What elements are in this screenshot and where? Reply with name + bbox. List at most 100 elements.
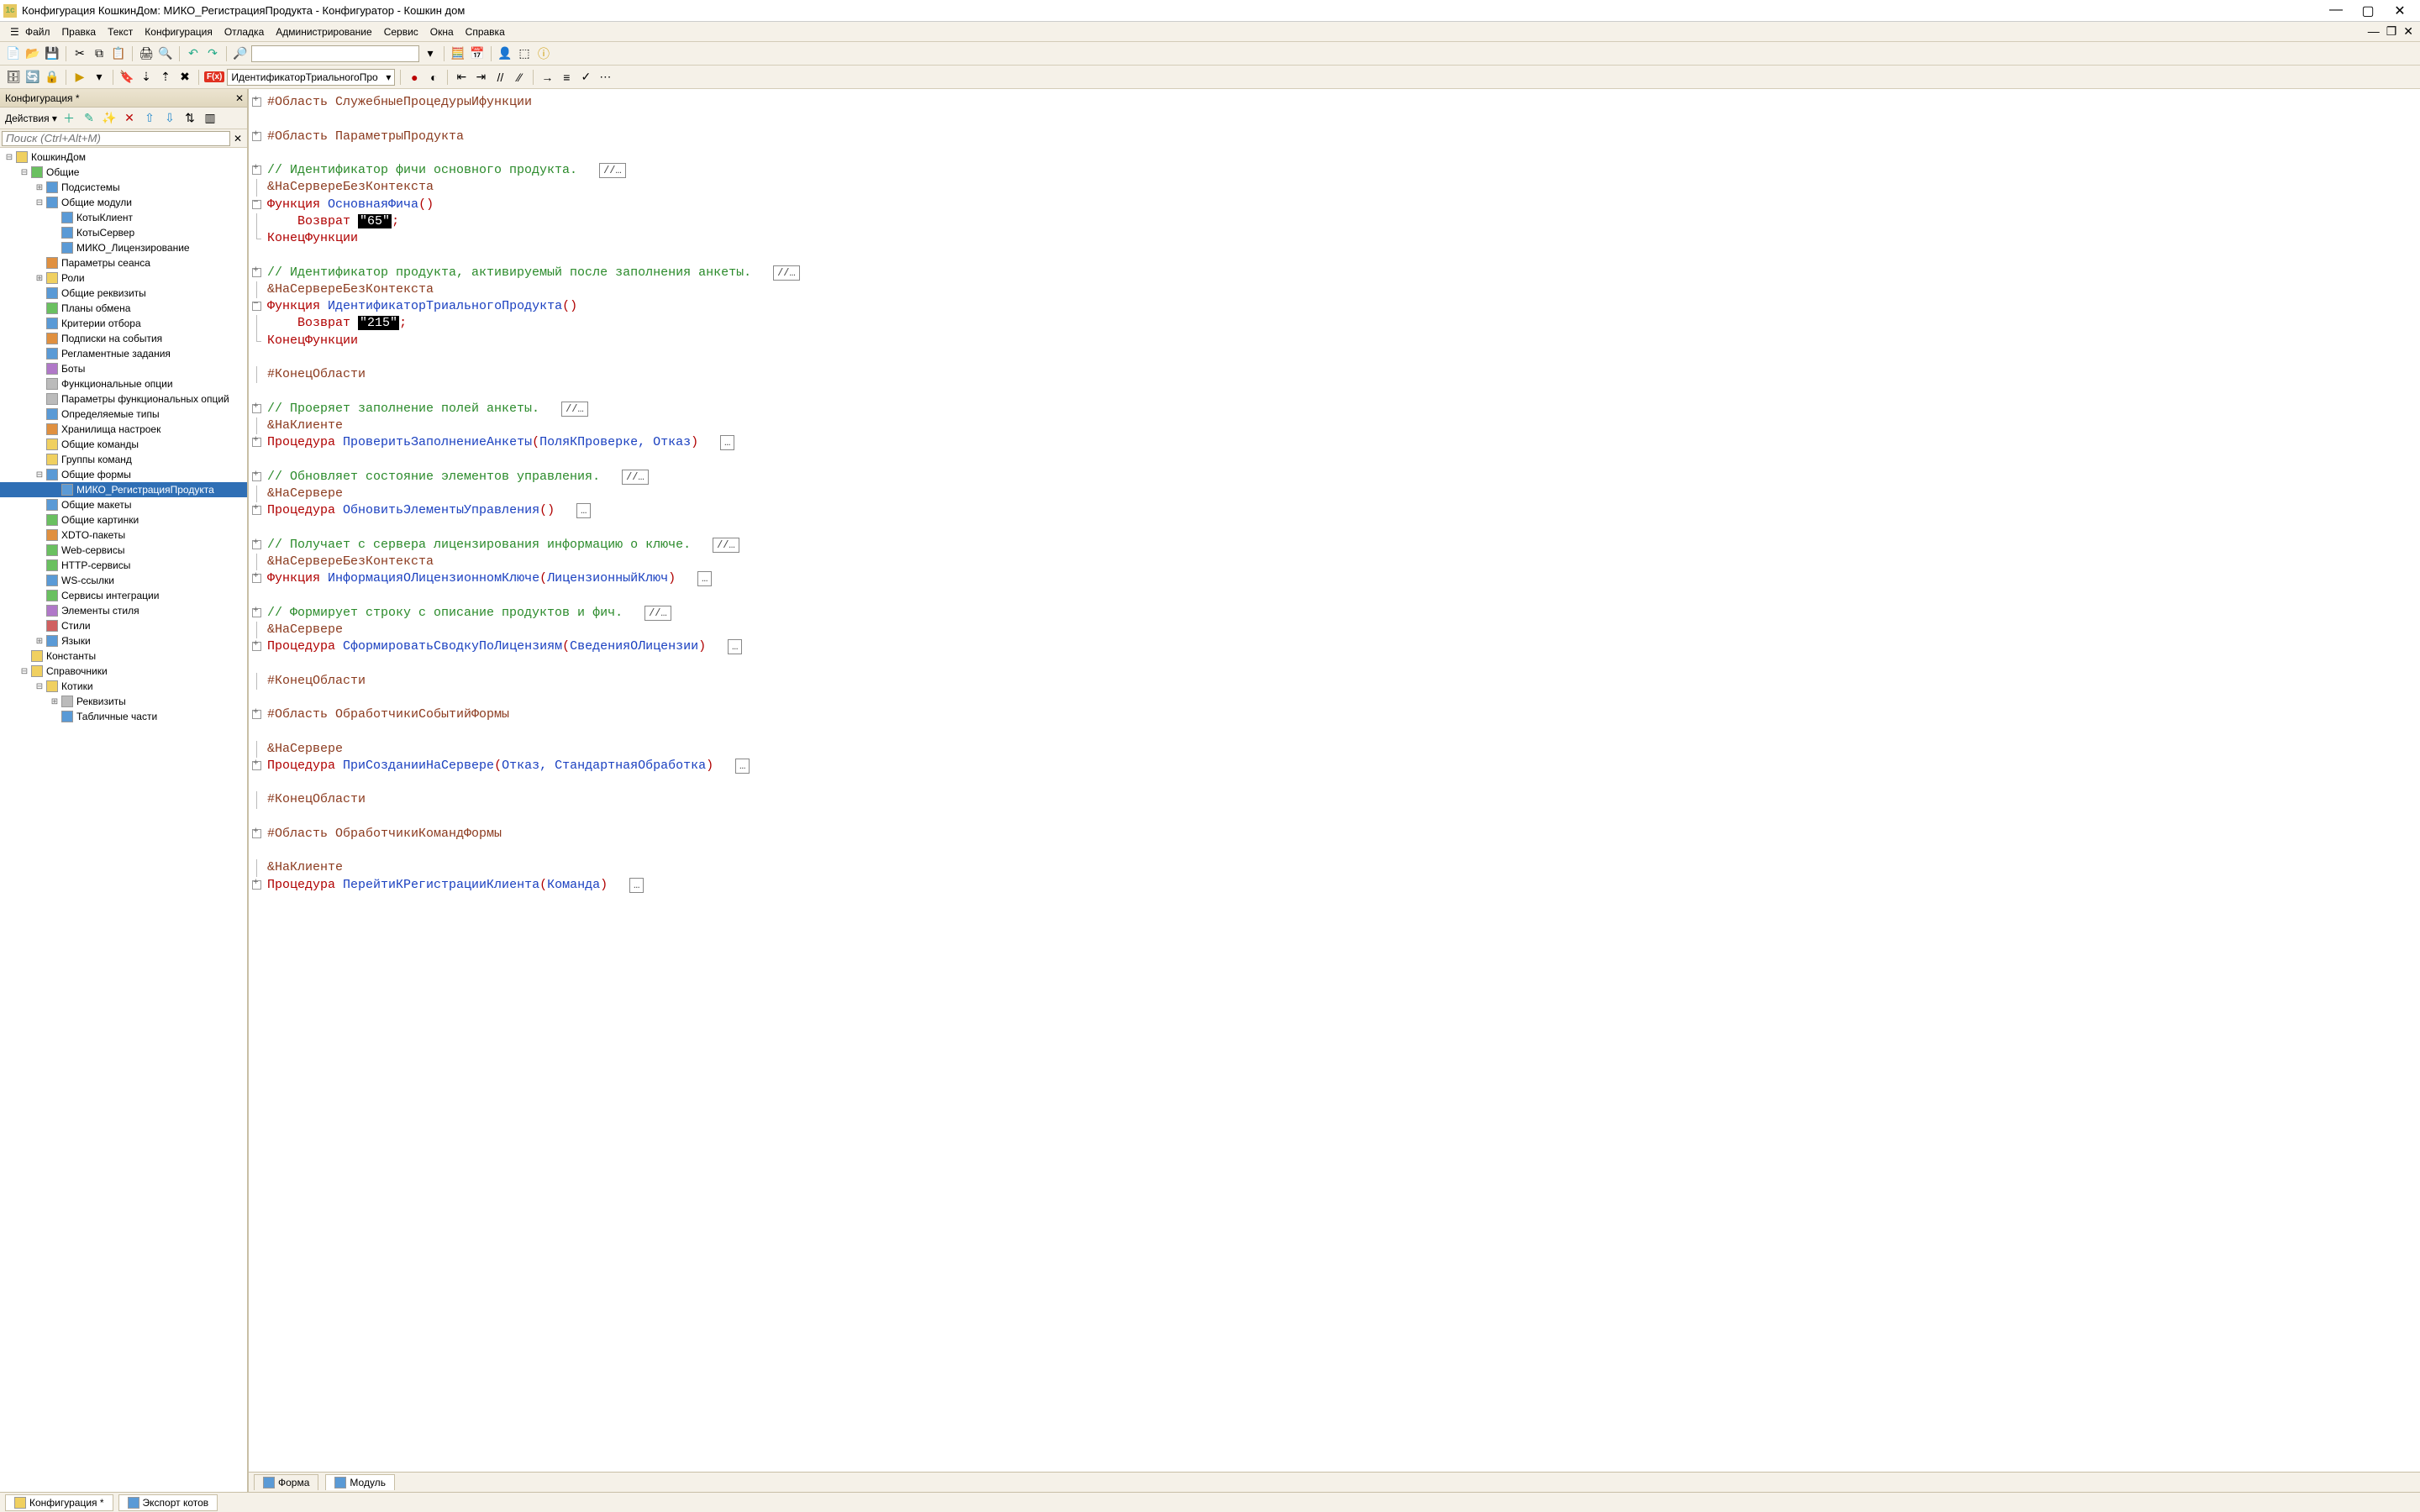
tree-item[interactable]: Параметры функциональных опций bbox=[0, 391, 247, 407]
tree-item[interactable]: Планы обмена bbox=[0, 301, 247, 316]
tree-item[interactable]: Критерии отбора bbox=[0, 316, 247, 331]
fold-gutter[interactable] bbox=[249, 451, 264, 468]
tree-item[interactable]: ⊞Языки bbox=[0, 633, 247, 648]
breakpoint-cond-icon[interactable]: ◐ bbox=[425, 69, 442, 86]
code-editor[interactable]: #Область СлужебныеПроцедурыИфункции #Обл… bbox=[249, 89, 2420, 1472]
code-line[interactable]: #Область ОбработчикиКомандФормы bbox=[264, 826, 2420, 843]
fold-gutter[interactable] bbox=[249, 638, 264, 655]
save-icon[interactable]: 💾 bbox=[44, 45, 60, 62]
fold-gutter[interactable] bbox=[249, 417, 264, 434]
expand-icon[interactable]: ⊞ bbox=[34, 274, 45, 283]
code-line[interactable]: #Область ПараметрыПродукта bbox=[264, 129, 2420, 145]
code-line[interactable] bbox=[264, 111, 2420, 128]
redo-icon[interactable]: ↷ bbox=[204, 45, 221, 62]
mdi-minimize-button[interactable]: — bbox=[2368, 24, 2380, 39]
bottom-tab[interactable]: Экспорт котов bbox=[118, 1494, 218, 1511]
fold-gutter[interactable] bbox=[249, 723, 264, 740]
tree-item[interactable]: Сервисы интеграции bbox=[0, 588, 247, 603]
code-line[interactable]: Процедура СформироватьСводкуПоЛицензиям(… bbox=[264, 638, 2420, 655]
compare-icon[interactable]: ⬚ bbox=[516, 45, 533, 62]
magic-icon[interactable]: ✨ bbox=[101, 110, 118, 127]
editor-tab[interactable]: Модуль bbox=[325, 1474, 395, 1490]
copy-icon[interactable]: ⧉ bbox=[91, 45, 108, 62]
filter-icon[interactable]: ▥ bbox=[202, 110, 218, 127]
fold-gutter[interactable] bbox=[249, 434, 264, 451]
calendar-icon[interactable]: 📅 bbox=[469, 45, 486, 62]
breakpoint-icon[interactable]: ● bbox=[406, 69, 423, 86]
open-icon[interactable]: 📂 bbox=[24, 45, 41, 62]
mdi-restore-button[interactable]: ❐ bbox=[2386, 24, 2397, 39]
expand-icon[interactable]: ⊟ bbox=[18, 667, 30, 676]
fold-gutter[interactable] bbox=[249, 519, 264, 536]
tree-item[interactable]: Общие макеты bbox=[0, 497, 247, 512]
code-line[interactable]: &НаСервереБезКонтекста bbox=[264, 179, 2420, 196]
code-line[interactable] bbox=[264, 843, 2420, 859]
tree-item[interactable]: Общие картинки bbox=[0, 512, 247, 528]
code-line[interactable]: Функция ОсновнаяФича() bbox=[264, 197, 2420, 213]
tree-item[interactable]: КотыКлиент bbox=[0, 210, 247, 225]
fold-gutter[interactable] bbox=[249, 213, 264, 230]
fold-gutter[interactable] bbox=[249, 605, 264, 622]
tree-item[interactable]: Функциональные опции bbox=[0, 376, 247, 391]
tree-item[interactable]: Регламентные задания bbox=[0, 346, 247, 361]
tree-item[interactable]: Определяемые типы bbox=[0, 407, 247, 422]
fold-gutter[interactable] bbox=[249, 281, 264, 298]
code-line[interactable]: // Идентификатор фичи основного продукта… bbox=[264, 162, 2420, 179]
bookmark-icon[interactable]: 🔖 bbox=[118, 69, 135, 86]
fold-gutter[interactable] bbox=[249, 843, 264, 859]
code-line[interactable]: #Область СлужебныеПроцедурыИфункции bbox=[264, 94, 2420, 111]
code-line[interactable]: &НаСервере bbox=[264, 486, 2420, 502]
format-icon[interactable]: ≡ bbox=[558, 69, 575, 86]
code-line[interactable]: Процедура ПроверитьЗаполнениеАнкеты(Поля… bbox=[264, 434, 2420, 451]
tree-item[interactable]: Группы команд bbox=[0, 452, 247, 467]
syntax-icon[interactable]: 👤 bbox=[497, 45, 513, 62]
expand-icon[interactable]: ⊟ bbox=[3, 153, 15, 162]
fold-gutter[interactable] bbox=[249, 877, 264, 894]
code-line[interactable] bbox=[264, 809, 2420, 826]
code-line[interactable] bbox=[264, 587, 2420, 604]
code-line[interactable] bbox=[264, 145, 2420, 162]
bottom-tab[interactable]: Конфигурация * bbox=[5, 1494, 113, 1511]
config-tree[interactable]: ⊟КошкинДом⊟Общие⊞Подсистемы⊟Общие модули… bbox=[0, 148, 247, 1492]
update-icon[interactable]: 🔄 bbox=[24, 69, 41, 86]
tree-item[interactable]: Боты bbox=[0, 361, 247, 376]
tree-search-input[interactable] bbox=[2, 131, 230, 146]
fold-gutter[interactable] bbox=[249, 333, 264, 349]
code-line[interactable] bbox=[264, 383, 2420, 400]
expand-icon[interactable]: ⊟ bbox=[18, 168, 30, 177]
tree-item[interactable]: ⊟Общие формы bbox=[0, 467, 247, 482]
add-icon[interactable]: ＋ bbox=[60, 110, 77, 127]
expand-icon[interactable]: ⊟ bbox=[34, 198, 45, 207]
tree-item[interactable]: ⊟Котики bbox=[0, 679, 247, 694]
tree-item[interactable]: ⊞Реквизиты bbox=[0, 694, 247, 709]
fold-gutter[interactable] bbox=[249, 673, 264, 690]
fold-gutter[interactable] bbox=[249, 383, 264, 400]
up-icon[interactable]: ⇧ bbox=[141, 110, 158, 127]
comment-icon[interactable]: // bbox=[492, 69, 508, 86]
code-line[interactable]: // Идентификатор продукта, активируемый … bbox=[264, 265, 2420, 281]
fold-gutter[interactable] bbox=[249, 655, 264, 672]
code-line[interactable]: // Проеряет заполнение полей анкеты. //… bbox=[264, 401, 2420, 417]
down-icon[interactable]: ⇩ bbox=[161, 110, 178, 127]
code-line[interactable]: &НаКлиенте bbox=[264, 859, 2420, 876]
code-line[interactable]: // Получает с сервера лицензирования инф… bbox=[264, 537, 2420, 554]
code-line[interactable]: &НаКлиенте bbox=[264, 417, 2420, 434]
tree-item[interactable]: XDTO-пакеты bbox=[0, 528, 247, 543]
fold-gutter[interactable] bbox=[249, 690, 264, 706]
fold-gutter[interactable] bbox=[249, 230, 264, 247]
fold-gutter[interactable] bbox=[249, 741, 264, 758]
help-icon[interactable]: ⓘ bbox=[535, 45, 552, 62]
fold-gutter[interactable] bbox=[249, 197, 264, 213]
search-dropdown-icon[interactable]: ▾ bbox=[422, 45, 439, 62]
fold-gutter[interactable] bbox=[249, 859, 264, 876]
tree-item[interactable]: Параметры сеанса bbox=[0, 255, 247, 270]
tree-item[interactable]: МИКО_РегистрацияПродукта bbox=[0, 482, 247, 497]
paste-icon[interactable]: 📋 bbox=[110, 45, 127, 62]
fold-gutter[interactable] bbox=[249, 486, 264, 502]
new-icon[interactable]: 📄 bbox=[5, 45, 22, 62]
bookmark-prev-icon[interactable]: ⇡ bbox=[157, 69, 174, 86]
clear-search-icon[interactable]: ✕ bbox=[230, 133, 245, 144]
menu-text[interactable]: Текст bbox=[103, 24, 138, 39]
menu-config[interactable]: Конфигурация bbox=[139, 24, 218, 39]
expand-icon[interactable]: ⊟ bbox=[34, 682, 45, 691]
